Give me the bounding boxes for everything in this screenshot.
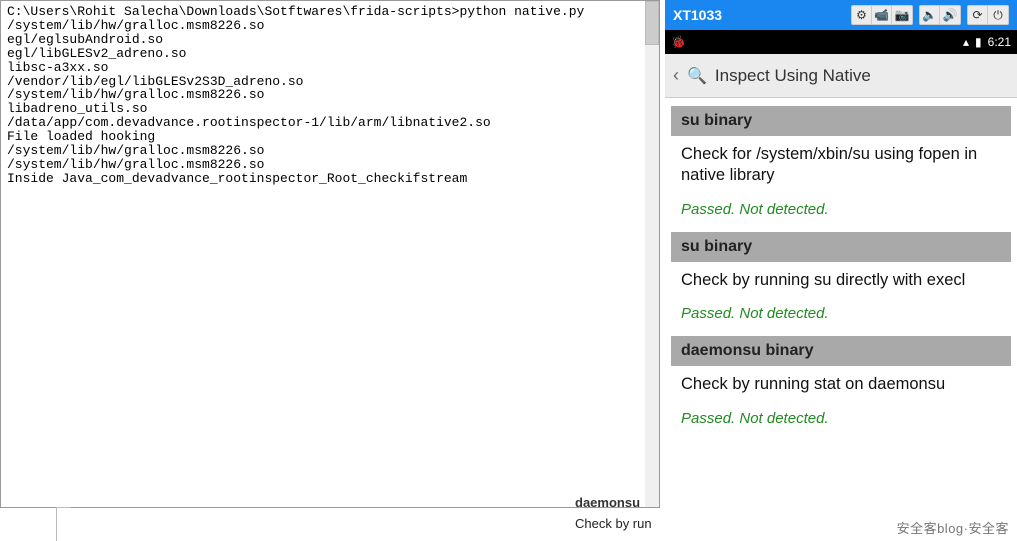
volume-up-icon[interactable]: 🔊 bbox=[940, 6, 960, 24]
inspection-list[interactable]: su binary Check for /system/xbin/su usin… bbox=[665, 98, 1017, 441]
peek-header: daemonsu bbox=[575, 495, 665, 510]
device-name: XT1033 bbox=[673, 7, 847, 23]
item-status: Passed. Not detected. bbox=[671, 402, 1011, 431]
item-status: Passed. Not detected. bbox=[671, 297, 1011, 326]
debug-icon: 🐞 bbox=[671, 35, 686, 49]
scroll-thumb[interactable] bbox=[645, 1, 659, 45]
volume-down-icon[interactable]: 🔈 bbox=[920, 6, 940, 24]
watermark-text: 安全客blog·安全客 bbox=[897, 518, 1009, 537]
app-bar: ‹ 🔍 Inspect Using Native bbox=[665, 54, 1017, 98]
item-header: su binary bbox=[671, 232, 1011, 262]
decoration-line bbox=[56, 507, 71, 541]
item-description: Check by running su directly with execl bbox=[671, 262, 1011, 297]
terminal-command: python native.py bbox=[459, 4, 584, 19]
item-description: Check for /system/xbin/su using fopen in… bbox=[671, 136, 1011, 193]
back-icon[interactable]: ‹ bbox=[673, 65, 679, 86]
status-time: 6:21 bbox=[988, 35, 1011, 49]
terminal-line: Inside Java_com_devadvance_rootinspector… bbox=[7, 171, 467, 186]
terminal-content[interactable]: C:\Users\Rohit Salecha\Downloads\Sotftwa… bbox=[1, 1, 659, 507]
terminal-line: libsc-a3xx.so bbox=[7, 60, 108, 75]
app-title: Inspect Using Native bbox=[715, 66, 871, 86]
gear-icon[interactable]: ⚙ bbox=[852, 6, 872, 24]
terminal-line: /system/lib/hw/gralloc.msm8226.so bbox=[7, 18, 264, 33]
item-description: Check by running stat on daemonsu bbox=[671, 366, 1011, 401]
list-item[interactable]: su binary Check for /system/xbin/su usin… bbox=[671, 106, 1011, 222]
emulator-toolbar: XT1033 ⚙ 📹 📷 🔈 🔊 ⟳ ⏻ bbox=[665, 0, 1017, 30]
terminal-line: /vendor/lib/egl/libGLESv2S3D_adreno.so bbox=[7, 74, 303, 89]
terminal-prompt: C:\Users\Rohit Salecha\Downloads\Sotftwa… bbox=[7, 4, 459, 19]
rotate-icon[interactable]: ⟳ bbox=[968, 6, 988, 24]
peek-content: daemonsu Check by run bbox=[575, 495, 665, 531]
camera-icon[interactable]: 📷 bbox=[892, 6, 912, 24]
android-status-bar: 🐞 ▴ ▮ 6:21 bbox=[665, 30, 1017, 54]
emulator-buttons: ⚙ 📹 📷 🔈 🔊 ⟳ ⏻ bbox=[851, 5, 1009, 25]
item-header: su binary bbox=[671, 106, 1011, 136]
terminal-line: egl/eglsubAndroid.so bbox=[7, 32, 163, 47]
power-icon[interactable]: ⏻ bbox=[988, 6, 1008, 24]
terminal-line: /system/lib/hw/gralloc.msm8226.so bbox=[7, 87, 264, 102]
terminal-scrollbar[interactable] bbox=[645, 1, 659, 507]
terminal-line: /system/lib/hw/gralloc.msm8226.so bbox=[7, 157, 264, 172]
list-item[interactable]: su binary Check by running su directly w… bbox=[671, 232, 1011, 326]
terminal-line: egl/libGLESv2_adreno.so bbox=[7, 46, 186, 61]
item-header: daemonsu binary bbox=[671, 336, 1011, 366]
search-icon[interactable]: 🔍 bbox=[687, 66, 707, 86]
list-item[interactable]: daemonsu binary Check by running stat on… bbox=[671, 336, 1011, 430]
device-frame: XT1033 ⚙ 📹 📷 🔈 🔊 ⟳ ⏻ 🐞 ▴ ▮ 6:21 ‹ 🔍 Insp… bbox=[665, 0, 1017, 541]
video-icon[interactable]: 📹 bbox=[872, 6, 892, 24]
terminal-window: C:\Users\Rohit Salecha\Downloads\Sotftwa… bbox=[0, 0, 660, 508]
peek-desc: Check by run bbox=[575, 510, 665, 531]
battery-icon: ▮ bbox=[975, 35, 982, 49]
terminal-line: File loaded hooking bbox=[7, 129, 155, 144]
terminal-line: /data/app/com.devadvance.rootinspector-1… bbox=[7, 115, 491, 130]
signal-icon: ▴ bbox=[963, 35, 969, 49]
terminal-line: libadreno_utils.so bbox=[7, 101, 147, 116]
terminal-line: /system/lib/hw/gralloc.msm8226.so bbox=[7, 143, 264, 158]
item-status: Passed. Not detected. bbox=[671, 193, 1011, 222]
